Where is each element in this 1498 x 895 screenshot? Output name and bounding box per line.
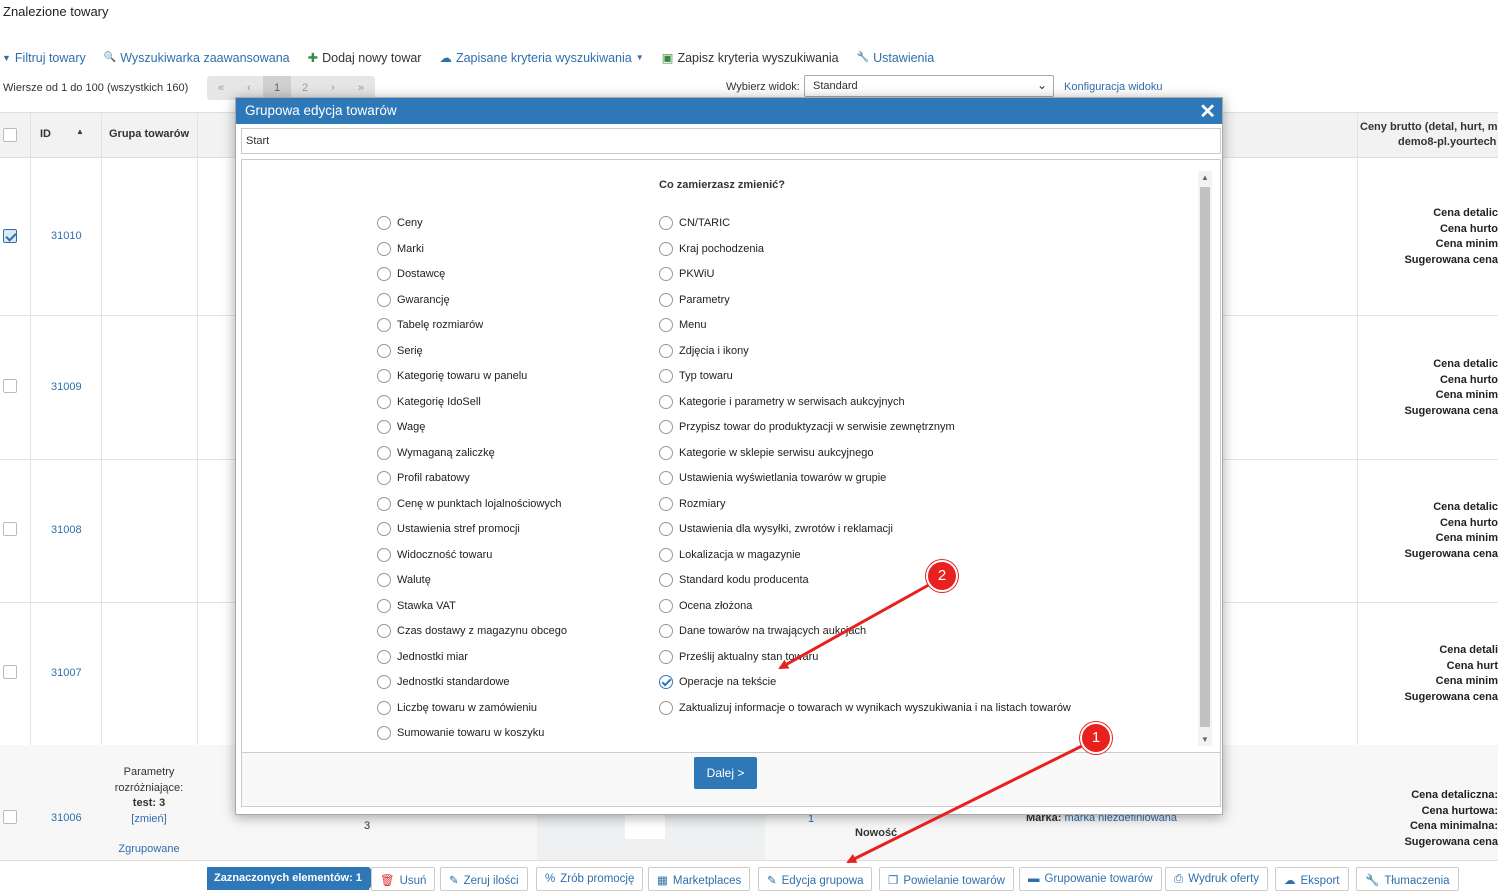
annotation-arrow-1 bbox=[846, 741, 1089, 864]
annotation-arrow-2 bbox=[778, 580, 935, 670]
annotation-badge-2: 2 bbox=[926, 560, 958, 592]
annotation-arrows bbox=[778, 580, 1089, 864]
annotation-badge-1: 1 bbox=[1080, 722, 1112, 754]
